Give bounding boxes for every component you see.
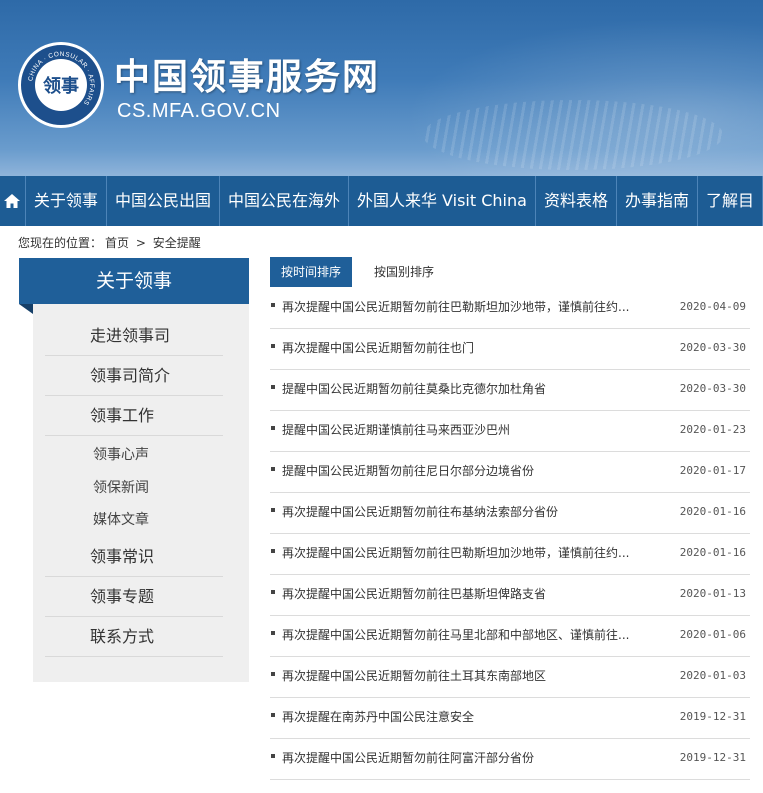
- list-item-date: 2020-03-30: [679, 382, 746, 395]
- list-item-title[interactable]: 再次提醒中国公民近期暂勿前往巴勒斯坦加沙地带，谨慎前往约...: [282, 534, 642, 572]
- bullet-icon: [271, 303, 275, 307]
- site-url[interactable]: CS.MFA.GOV.CN: [117, 100, 281, 123]
- notice-list: 再次提醒中国公民近期暂勿前往巴勒斯坦加沙地带，谨慎前往约... 2020-04-0…: [270, 288, 750, 780]
- list-item-title[interactable]: 再次提醒中国公民近期暂勿前往布基纳法索部分省份: [282, 493, 642, 531]
- bullet-icon: [271, 713, 275, 717]
- nav-item-forms[interactable]: 资料表格: [536, 176, 617, 226]
- bullet-icon: [271, 344, 275, 348]
- nav-item-citizens-overseas[interactable]: 中国公民在海外: [220, 176, 349, 226]
- breadcrumb-prefix: 您现在的位置：: [18, 236, 103, 250]
- sidebar: 走进领事司 领事司简介 领事工作 领事心声 领保新闻 媒体文章 领事常识 领事专…: [33, 304, 249, 682]
- home-icon: [4, 194, 21, 208]
- bullet-icon: [271, 467, 275, 471]
- breadcrumb: 您现在的位置： 首页 > 安全提醒: [18, 234, 204, 251]
- sidebar-item-department-intro[interactable]: 领事司简介: [45, 356, 223, 396]
- list-item[interactable]: 再次提醒中国公民近期暂勿前往巴勒斯坦加沙地带，谨慎前往约... 2020-04-0…: [270, 288, 750, 329]
- list-item[interactable]: 再次提醒中国公民近期暂勿前往马里北部和中部地区、谨慎前往... 2020-01-0…: [270, 616, 750, 657]
- list-item-date: 2020-01-06: [679, 628, 746, 641]
- nav-item-visit-china[interactable]: 外国人来华 Visit China: [349, 176, 536, 226]
- site-header: CHINA · CONSULAR · AFFAIRS 领事 中国领事服务网 CS…: [0, 0, 763, 176]
- breadcrumb-current: 安全提醒: [152, 236, 201, 250]
- list-item[interactable]: 再次提醒中国公民近期暂勿前往巴勒斯坦加沙地带，谨慎前往约... 2020-01-1…: [270, 534, 750, 575]
- list-item-date: 2019-12-31: [679, 751, 746, 764]
- list-item[interactable]: 再次提醒中国公民近期暂勿前往土耳其东南部地区 2020-01-03: [270, 657, 750, 698]
- list-item-title[interactable]: 提醒中国公民近期谨慎前往马来西亚沙巴州: [282, 411, 642, 449]
- site-title[interactable]: 中国领事服务网: [114, 48, 380, 100]
- list-item-title[interactable]: 再次提醒中国公民近期暂勿前往马里北部和中部地区、谨慎前往...: [282, 616, 642, 654]
- list-item-date: 2020-03-30: [679, 341, 746, 354]
- sidebar-subitem-media-articles[interactable]: 媒体文章: [93, 509, 149, 531]
- bullet-icon: [271, 672, 275, 676]
- breadcrumb-home-link[interactable]: 首页: [105, 236, 129, 250]
- nav-item-learn-more[interactable]: 了解目: [698, 176, 763, 226]
- list-item-title[interactable]: 再次提醒中国公民近期暂勿前往阿富汗部分省份: [282, 739, 642, 777]
- list-item-title[interactable]: 再次提醒在南苏丹中国公民注意安全: [282, 698, 642, 736]
- bullet-icon: [271, 385, 275, 389]
- tab-sort-by-time[interactable]: 按时间排序: [270, 257, 352, 287]
- seal-ring-icon: CHINA · CONSULAR · AFFAIRS: [27, 51, 95, 107]
- list-item-date: 2020-01-13: [679, 587, 746, 600]
- list-item-date: 2020-01-16: [679, 546, 746, 559]
- list-item-date: 2020-01-23: [679, 423, 746, 436]
- list-item-title[interactable]: 提醒中国公民近期暂勿前往莫桑比克德尔加杜角省: [282, 370, 642, 408]
- main-nav: 关于领事 中国公民出国 中国公民在海外 外国人来华 Visit China 资料…: [0, 176, 763, 226]
- nav-item-about-consular[interactable]: 关于领事: [26, 176, 107, 226]
- list-item-title[interactable]: 再次提醒中国公民近期暂勿前往也门: [282, 329, 642, 367]
- list-item-date: 2020-01-16: [679, 505, 746, 518]
- list-item-date: 2020-04-09: [679, 300, 746, 313]
- list-item-date: 2020-01-17: [679, 464, 746, 477]
- list-item-title[interactable]: 再次提醒中国公民近期暂勿前往巴勒斯坦加沙地带，谨慎前往约...: [282, 288, 642, 326]
- list-item[interactable]: 再次提醒在南苏丹中国公民注意安全 2019-12-31: [270, 698, 750, 739]
- sidebar-heading: 关于领事: [19, 258, 249, 314]
- sidebar-heading-fold: [19, 304, 33, 314]
- sidebar-item-consular-work[interactable]: 领事工作: [45, 396, 223, 436]
- breadcrumb-separator: >: [135, 236, 146, 250]
- sidebar-subitem-consular-voice[interactable]: 领事心声: [93, 444, 149, 466]
- svg-text:CHINA · CONSULAR · AFFAIRS: CHINA · CONSULAR · AFFAIRS: [27, 51, 95, 107]
- sidebar-subitem-protection-news[interactable]: 领保新闻: [93, 477, 149, 499]
- sidebar-heading-text: 关于领事: [95, 270, 172, 292]
- list-item-title[interactable]: 提醒中国公民近期暂勿前往尼日尔部分边境省份: [282, 452, 642, 490]
- nav-item-guide[interactable]: 办事指南: [617, 176, 698, 226]
- bullet-icon: [271, 590, 275, 594]
- list-item-title[interactable]: 再次提醒中国公民近期暂勿前往土耳其东南部地区: [282, 657, 642, 695]
- nav-item-citizens-abroad-travel[interactable]: 中国公民出国: [107, 176, 220, 226]
- consular-seal-logo[interactable]: CHINA · CONSULAR · AFFAIRS 领事: [18, 42, 104, 128]
- list-item-date: 2020-01-03: [679, 669, 746, 682]
- bullet-icon: [271, 549, 275, 553]
- list-item-title[interactable]: 再次提醒中国公民近期暂勿前往巴基斯坦俾路支省: [282, 575, 642, 613]
- header-decoration-lines: [423, 100, 723, 170]
- list-item[interactable]: 再次提醒中国公民近期暂勿前往布基纳法索部分省份 2020-01-16: [270, 493, 750, 534]
- list-item-date: 2019-12-31: [679, 710, 746, 723]
- list-item[interactable]: 再次提醒中国公民近期暂勿前往也门 2020-03-30: [270, 329, 750, 370]
- bullet-icon: [271, 508, 275, 512]
- bullet-icon: [271, 426, 275, 430]
- tab-sort-by-country[interactable]: 按国别排序: [352, 257, 456, 287]
- list-item[interactable]: 提醒中国公民近期暂勿前往尼日尔部分边境省份 2020-01-17: [270, 452, 750, 493]
- list-item[interactable]: 再次提醒中国公民近期暂勿前往巴基斯坦俾路支省 2020-01-13: [270, 575, 750, 616]
- list-item[interactable]: 提醒中国公民近期谨慎前往马来西亚沙巴州 2020-01-23: [270, 411, 750, 452]
- bullet-icon: [271, 631, 275, 635]
- sidebar-item-contact[interactable]: 联系方式: [45, 617, 223, 657]
- sidebar-item-consular-topics[interactable]: 领事专题: [45, 577, 223, 617]
- bullet-icon: [271, 754, 275, 758]
- list-item[interactable]: 再次提醒中国公民近期暂勿前往阿富汗部分省份 2019-12-31: [270, 739, 750, 780]
- list-item[interactable]: 提醒中国公民近期暂勿前往莫桑比克德尔加杜角省 2020-03-30: [270, 370, 750, 411]
- nav-home-button[interactable]: [0, 176, 26, 226]
- sidebar-item-consular-knowledge[interactable]: 领事常识: [45, 537, 223, 577]
- sidebar-item-enter-department[interactable]: 走进领事司: [45, 316, 223, 356]
- seal-ring-text: CHINA · CONSULAR · AFFAIRS: [27, 51, 94, 107]
